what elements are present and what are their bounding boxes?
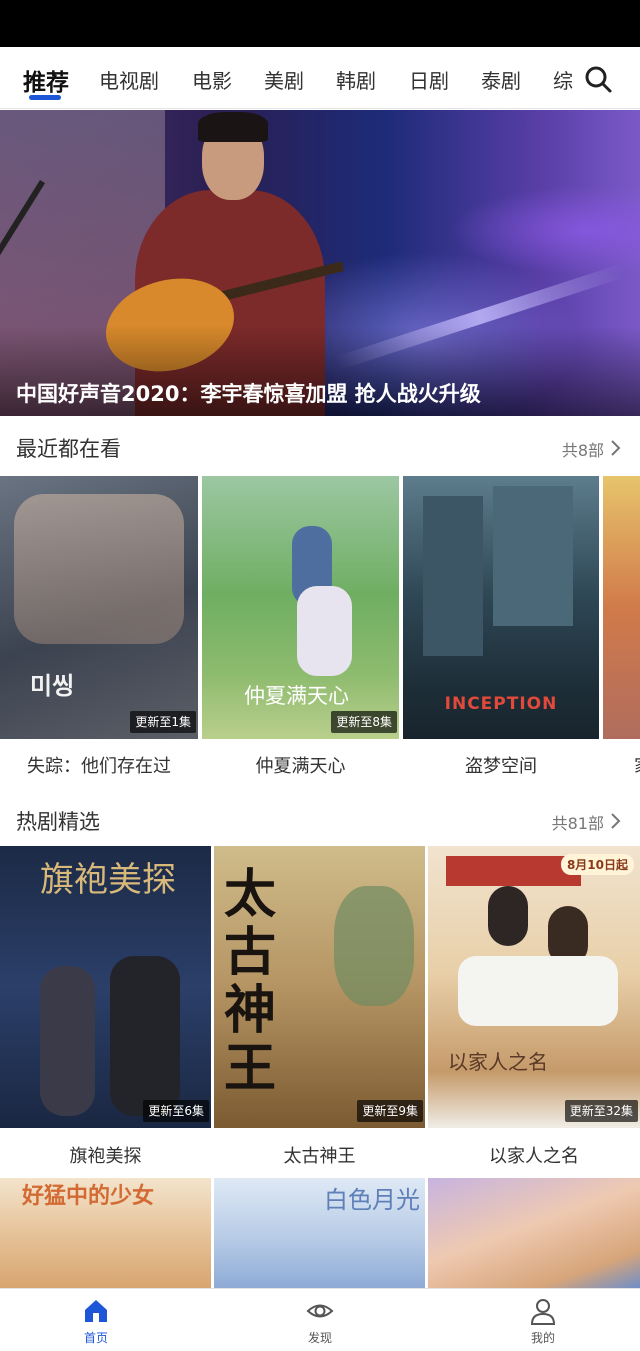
section-title: 热剧精选 — [16, 810, 100, 834]
poster-next-3[interactable] — [428, 1178, 640, 1288]
poster-midsummer[interactable]: 仲夏满天心 更新至8集 — [202, 476, 399, 739]
featured-banner[interactable]: 中国好声音2020：李宇春惊喜加盟 抢人战火升级 — [0, 110, 640, 416]
update-badge: 更新至8集 — [331, 711, 397, 733]
hot-section-header: 热剧精选 共81部 — [0, 800, 640, 840]
search-icon — [585, 66, 612, 93]
search-button[interactable] — [578, 61, 618, 97]
tab-movies[interactable]: 电影 — [192, 65, 232, 94]
poster-inception[interactable]: INCEPTION — [403, 476, 599, 739]
nav-home[interactable]: 首页 — [56, 1297, 136, 1346]
banner-title: 中国好声音2020：李宇春惊喜加盟 抢人战火升级 — [16, 382, 481, 406]
chevron-right-icon[interactable] — [608, 812, 624, 830]
tab-korean-drama[interactable]: 韩剧 — [336, 65, 376, 94]
poster-title: 失踪：他们存在过 — [27, 756, 171, 776]
poster-title: 仲夏满天心 — [255, 756, 346, 776]
tab-thai-drama[interactable]: 泰剧 — [481, 65, 521, 94]
poster-qipao[interactable]: 旗袍美探 更新至6集 — [0, 846, 211, 1128]
user-icon — [530, 1299, 556, 1325]
update-badge: 更新至9集 — [357, 1100, 423, 1122]
nav-mine[interactable]: 我的 — [503, 1297, 583, 1346]
poster-partial[interactable] — [603, 476, 640, 739]
status-bar — [0, 0, 640, 47]
poster-missing[interactable]: 미씽 更新至1集 — [0, 476, 198, 739]
nav-discover[interactable]: 发现 — [280, 1297, 360, 1346]
home-icon — [85, 1300, 107, 1322]
poster-next-1[interactable]: 好猛中的少女 — [0, 1178, 211, 1288]
hot-picks-next-row: 好猛中的少女 白色月光 — [0, 1178, 640, 1288]
poster-family-name[interactable]: 8月10日起 以家人之名 更新至32集 — [428, 846, 640, 1128]
hot-picks-grid: 旗袍美探 更新至6集 太古神王 更新至9集 8月10日起 以家人之名 更新至32… — [0, 846, 640, 1176]
poster-next-2[interactable]: 白色月光 — [214, 1178, 425, 1288]
update-badge: 更新至32集 — [564, 1100, 638, 1122]
tab-tv-series[interactable]: 电视剧 — [99, 65, 159, 94]
recent-section-header: 最近都在看 共8部 — [0, 427, 640, 467]
poster-title: 家 — [634, 752, 640, 776]
chevron-right-icon[interactable] — [608, 439, 624, 457]
bottom-navigation: 首页 发现 我的 — [0, 1288, 640, 1351]
poster-title: 太古神王 — [283, 1146, 356, 1167]
update-badge: 更新至6集 — [143, 1100, 209, 1122]
poster-swire-god[interactable]: 太古神王 更新至9集 — [214, 846, 425, 1128]
recent-carousel[interactable]: 미씽 更新至1集 仲夏满天心 更新至8集 INCEPTION 失踪：他们存在过 … — [0, 476, 640, 776]
tab-variety[interactable]: 综 — [553, 65, 573, 94]
update-badge: 更新至1集 — [130, 711, 196, 733]
poster-title: 旗袍美探 — [69, 1146, 142, 1167]
tab-japanese-drama[interactable]: 日剧 — [409, 65, 449, 94]
tab-us-drama[interactable]: 美剧 — [264, 65, 304, 94]
category-tab-bar: 推荐 电视剧 电影 美剧 韩剧 日剧 泰剧 综 — [0, 47, 640, 109]
poster-title: 盗梦空间 — [465, 756, 537, 776]
poster-title: 以家人之名 — [489, 1146, 579, 1167]
hot-count-link[interactable]: 共81部 — [552, 810, 604, 834]
recent-count-link[interactable]: 共8部 — [562, 437, 604, 461]
eye-icon — [306, 1304, 334, 1318]
active-tab-indicator — [29, 95, 61, 100]
tab-recommend[interactable]: 推荐 — [23, 63, 69, 97]
section-title: 最近都在看 — [16, 437, 121, 461]
